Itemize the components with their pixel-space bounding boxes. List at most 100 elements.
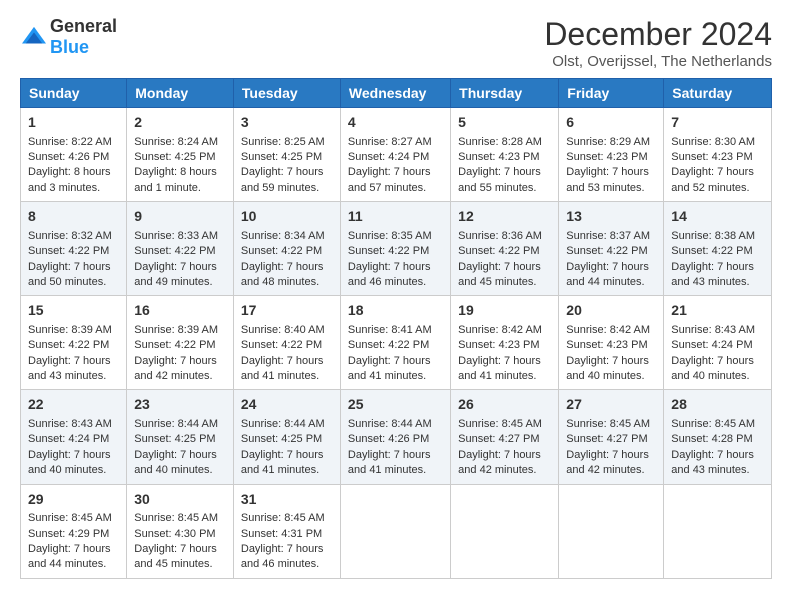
day-number: 19 (458, 301, 551, 321)
calendar-cell: 26Sunrise: 8:45 AMSunset: 4:27 PMDayligh… (451, 390, 559, 484)
day-number: 20 (566, 301, 656, 321)
day-number: 2 (134, 113, 226, 133)
logo-text: General Blue (50, 16, 117, 58)
daylight-text: Daylight: 7 hours and 40 minutes. (671, 355, 754, 382)
day-number: 21 (671, 301, 764, 321)
calendar-cell: 28Sunrise: 8:45 AMSunset: 4:28 PMDayligh… (664, 390, 772, 484)
daylight-text: Daylight: 7 hours and 49 minutes. (134, 261, 217, 288)
daylight-text: Daylight: 7 hours and 41 minutes. (348, 449, 431, 476)
day-number: 15 (28, 301, 119, 321)
calendar-cell: 25Sunrise: 8:44 AMSunset: 4:26 PMDayligh… (340, 390, 450, 484)
sunset-text: Sunset: 4:23 PM (458, 151, 539, 163)
sunrise-text: Sunrise: 8:30 AM (671, 136, 755, 148)
sunrise-text: Sunrise: 8:44 AM (134, 418, 218, 430)
daylight-text: Daylight: 7 hours and 41 minutes. (348, 355, 431, 382)
sunrise-text: Sunrise: 8:45 AM (566, 418, 650, 430)
sunrise-text: Sunrise: 8:44 AM (348, 418, 432, 430)
daylight-text: Daylight: 7 hours and 41 minutes. (458, 355, 541, 382)
day-number: 30 (134, 490, 226, 510)
sunrise-text: Sunrise: 8:40 AM (241, 324, 325, 336)
calendar-cell: 16Sunrise: 8:39 AMSunset: 4:22 PMDayligh… (127, 296, 234, 390)
calendar-cell: 7 Sunrise: 8:30 AM Sunset: 4:23 PM Daylight… (664, 108, 772, 202)
col-header-sunday: Sunday (21, 79, 127, 108)
sunrise-text: Sunrise: 8:32 AM (28, 230, 112, 242)
sunrise-text: Sunrise: 8:45 AM (28, 512, 112, 524)
day-number: 14 (671, 207, 764, 227)
calendar-table: SundayMondayTuesdayWednesdayThursdayFrid… (20, 78, 772, 579)
daylight-text: Daylight: 7 hours and 50 minutes. (28, 261, 111, 288)
daylight-text: Daylight: 7 hours and 52 minutes. (671, 166, 754, 193)
calendar-cell: 4Sunrise: 8:27 AMSunset: 4:24 PMDaylight… (340, 108, 450, 202)
logo-blue: Blue (50, 37, 89, 57)
calendar-week-3: 15 Sunrise: 8:39 AM Sunset: 4:22 PM Dayligh… (21, 296, 772, 390)
calendar-cell: 15 Sunrise: 8:39 AM Sunset: 4:22 PM Dayligh… (21, 296, 127, 390)
daylight-text: Daylight: 7 hours and 43 minutes. (671, 449, 754, 476)
sunrise-text: Sunrise: 8:35 AM (348, 230, 432, 242)
col-header-saturday: Saturday (664, 79, 772, 108)
sunrise-text: Sunrise: 8:25 AM (241, 136, 325, 148)
sunset-text: Sunset: 4:30 PM (134, 528, 215, 540)
logo-general: General (50, 16, 117, 36)
sunset-text: Sunset: 4:23 PM (671, 151, 752, 163)
daylight-text: Daylight: 7 hours and 41 minutes. (241, 449, 324, 476)
daylight-text: Daylight: 7 hours and 48 minutes. (241, 261, 324, 288)
calendar-cell: 1Sunrise: 8:22 AMSunset: 4:26 PMDaylight… (21, 108, 127, 202)
sunset-text: Sunset: 4:22 PM (458, 245, 539, 257)
daylight-text: Daylight: 7 hours and 40 minutes. (28, 449, 111, 476)
sunrise-text: Sunrise: 8:27 AM (348, 136, 432, 148)
daylight-text: Daylight: 7 hours and 43 minutes. (28, 355, 111, 382)
header-row: SundayMondayTuesdayWednesdayThursdayFrid… (21, 79, 772, 108)
calendar-cell: 6Sunrise: 8:29 AMSunset: 4:23 PMDaylight… (559, 108, 664, 202)
sunrise-text: Sunrise: 8:42 AM (458, 324, 542, 336)
day-number: 3 (241, 113, 333, 133)
day-number: 27 (566, 395, 656, 415)
sunrise-text: Sunrise: 8:37 AM (566, 230, 650, 242)
daylight-text: Daylight: 7 hours and 55 minutes. (458, 166, 541, 193)
daylight-text: Daylight: 7 hours and 45 minutes. (134, 543, 217, 570)
col-header-monday: Monday (127, 79, 234, 108)
calendar-cell (451, 484, 559, 578)
day-number: 10 (241, 207, 333, 227)
day-number: 9 (134, 207, 226, 227)
sunrise-text: Sunrise: 8:45 AM (671, 418, 755, 430)
sunrise-text: Sunrise: 8:33 AM (134, 230, 218, 242)
col-header-wednesday: Wednesday (340, 79, 450, 108)
sunrise-text: Sunrise: 8:36 AM (458, 230, 542, 242)
daylight-text: Daylight: 7 hours and 41 minutes. (241, 355, 324, 382)
sunset-text: Sunset: 4:23 PM (566, 339, 647, 351)
sunset-text: Sunset: 4:25 PM (134, 151, 215, 163)
sunrise-text: Sunrise: 8:44 AM (241, 418, 325, 430)
sunset-text: Sunset: 4:27 PM (458, 433, 539, 445)
calendar-cell: 18Sunrise: 8:41 AMSunset: 4:22 PMDayligh… (340, 296, 450, 390)
sunrise-text: Sunrise: 8:45 AM (134, 512, 218, 524)
day-number: 24 (241, 395, 333, 415)
sunrise-text: Sunrise: 8:41 AM (348, 324, 432, 336)
sunset-text: Sunset: 4:22 PM (241, 339, 322, 351)
calendar-cell: 19Sunrise: 8:42 AMSunset: 4:23 PMDayligh… (451, 296, 559, 390)
daylight-text: Daylight: 7 hours and 40 minutes. (134, 449, 217, 476)
col-header-friday: Friday (559, 79, 664, 108)
sunset-text: Sunset: 4:22 PM (671, 245, 752, 257)
sunset-text: Sunset: 4:22 PM (28, 339, 109, 351)
daylight-text: Daylight: 7 hours and 59 minutes. (241, 166, 324, 193)
day-number: 17 (241, 301, 333, 321)
calendar-cell: 12Sunrise: 8:36 AMSunset: 4:22 PMDayligh… (451, 202, 559, 296)
day-number: 13 (566, 207, 656, 227)
calendar-cell (664, 484, 772, 578)
sunrise-text: Sunrise: 8:39 AM (28, 324, 112, 336)
calendar-cell: 8Sunrise: 8:32 AMSunset: 4:22 PMDaylight… (21, 202, 127, 296)
day-number: 16 (134, 301, 226, 321)
calendar-cell: 13Sunrise: 8:37 AMSunset: 4:22 PMDayligh… (559, 202, 664, 296)
sunset-text: Sunset: 4:22 PM (348, 245, 429, 257)
day-number: 1 (28, 113, 119, 133)
sunrise-text: Sunrise: 8:38 AM (671, 230, 755, 242)
calendar-cell: 14Sunrise: 8:38 AMSunset: 4:22 PMDayligh… (664, 202, 772, 296)
sunset-text: Sunset: 4:25 PM (241, 151, 322, 163)
sunrise-text: Sunrise: 8:39 AM (134, 324, 218, 336)
calendar-week-4: 22Sunrise: 8:43 AMSunset: 4:24 PMDayligh… (21, 390, 772, 484)
day-number: 7 (671, 113, 764, 133)
day-number: 11 (348, 207, 443, 227)
day-number: 28 (671, 395, 764, 415)
sunset-text: Sunset: 4:22 PM (566, 245, 647, 257)
calendar-cell: 27Sunrise: 8:45 AMSunset: 4:27 PMDayligh… (559, 390, 664, 484)
